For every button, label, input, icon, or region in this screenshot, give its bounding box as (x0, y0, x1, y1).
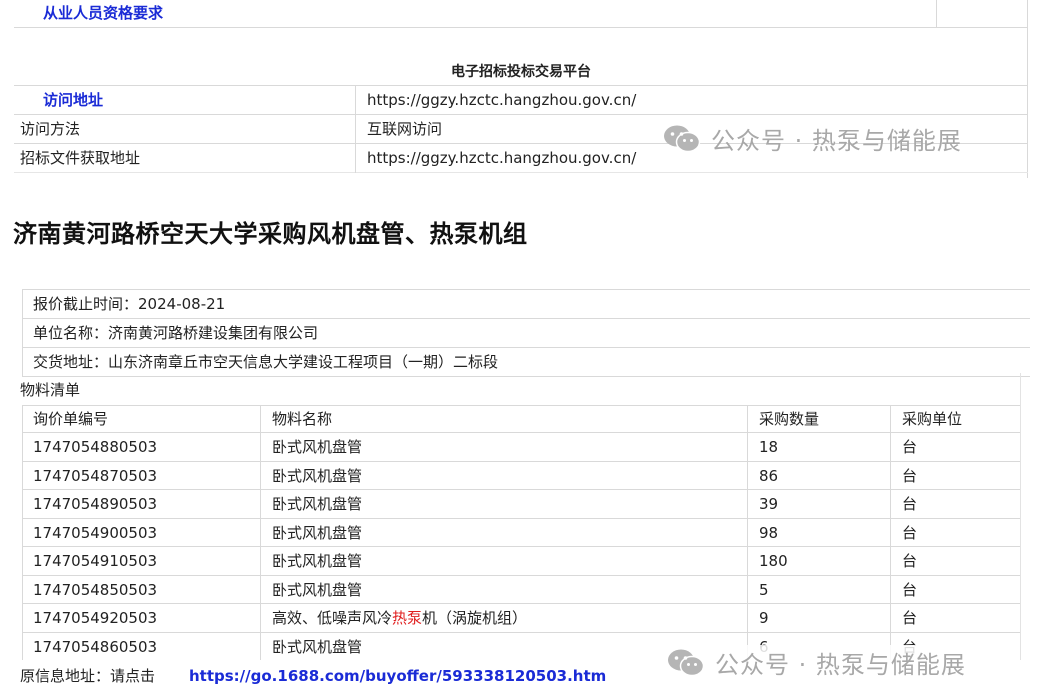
divider (14, 27, 1028, 28)
divider (22, 461, 1020, 462)
divider (14, 114, 1028, 115)
row-unit: 台 (902, 438, 918, 456)
divider (22, 376, 1030, 377)
divider (22, 405, 23, 660)
row-qty: 98 (759, 524, 779, 542)
qualification-header: 从业人员资格要求 (43, 4, 164, 22)
wechat-icon (663, 124, 701, 154)
bid-doc-address-value[interactable]: https://ggzy.hzctc.hangzhou.gov.cn/ (367, 144, 636, 172)
divider (22, 289, 23, 376)
source-label: 原信息地址：请点击 (20, 667, 156, 685)
source-link[interactable]: https://go.1688.com/buyoffer/59333812050… (189, 662, 606, 690)
row-name: 卧式风机盘管 (272, 552, 363, 570)
row-name: 卧式风机盘管 (272, 438, 363, 456)
row-id: 1747054900503 (33, 524, 158, 542)
company-row: 单位名称：济南黄河路桥建设集团有限公司 (33, 324, 319, 342)
platform-title: 电子招标投标交易平台 (451, 64, 591, 80)
row-qty: 86 (759, 467, 779, 485)
row-id: 1747054860503 (33, 638, 158, 656)
divider (747, 405, 748, 660)
row-id: 1747054910503 (33, 552, 158, 570)
row-qty: 18 (759, 438, 779, 456)
article-title: 济南黄河路桥空天大学采购风机盘管、热泵机组 (13, 220, 528, 248)
divider (260, 405, 261, 660)
row-unit: 台 (902, 581, 918, 599)
col-header-id: 询价单编号 (33, 410, 109, 428)
access-method-label: 访问方法 (20, 120, 81, 138)
col-header-qty: 采购数量 (759, 410, 820, 428)
divider (14, 172, 1028, 173)
divider (22, 546, 1020, 547)
watermark: 公众号 · 热泵与储能展 (663, 121, 962, 156)
divider (22, 632, 1020, 633)
row-qty: 5 (759, 581, 769, 599)
row-unit: 台 (902, 552, 918, 570)
watermark-text: 公众号 · 热泵与储能展 (711, 127, 962, 155)
row-name: 卧式风机盘管 (272, 467, 363, 485)
divider (1027, 0, 1028, 178)
watermark-text: 公众号 · 热泵与储能展 (715, 651, 966, 679)
row-id: 1747054890503 (33, 495, 158, 513)
divider (22, 432, 1020, 433)
row-unit: 台 (902, 467, 918, 485)
row-name: 卧式风机盘管 (272, 638, 363, 656)
divider (890, 405, 891, 660)
materials-label: 物料清单 (20, 381, 81, 399)
wechat-icon (667, 648, 705, 678)
divider (1020, 373, 1021, 660)
row-name: 卧式风机盘管 (272, 524, 363, 542)
bid-doc-address-label: 招标文件获取地址 (20, 149, 141, 167)
access-address-label: 访问地址 (43, 91, 104, 109)
access-address-value[interactable]: https://ggzy.hzctc.hangzhou.gov.cn/ (367, 86, 636, 114)
deadline-row: 报价截止时间：2024-08-21 (33, 295, 226, 313)
divider (355, 85, 356, 173)
row-unit: 台 (902, 524, 918, 542)
delivery-address-row: 交货地址：山东济南章丘市空天信息大学建设工程项目（一期）二标段 (33, 353, 499, 371)
row-name: 高效、低噪声风冷热泵机（涡旋机组） (272, 609, 528, 627)
divider (22, 489, 1020, 490)
row-name: 卧式风机盘管 (272, 581, 363, 599)
divider (22, 518, 1020, 519)
access-method-value: 互联网访问 (367, 120, 443, 138)
col-header-unit: 采购单位 (902, 410, 963, 428)
divider (936, 0, 937, 27)
row-id: 1747054850503 (33, 581, 158, 599)
row-id: 1747054870503 (33, 467, 158, 485)
row-qty: 39 (759, 495, 779, 513)
row-unit: 台 (902, 495, 918, 513)
row-qty: 9 (759, 609, 769, 627)
row-name: 卧式风机盘管 (272, 495, 363, 513)
divider (22, 405, 1020, 406)
watermark: 公众号 · 热泵与储能展 (663, 645, 970, 680)
row-id: 1747054920503 (33, 609, 158, 627)
row-id: 1747054880503 (33, 438, 158, 456)
row-unit: 台 (902, 609, 918, 627)
col-header-name: 物料名称 (272, 410, 333, 428)
row-qty: 180 (759, 552, 788, 570)
divider (22, 575, 1020, 576)
